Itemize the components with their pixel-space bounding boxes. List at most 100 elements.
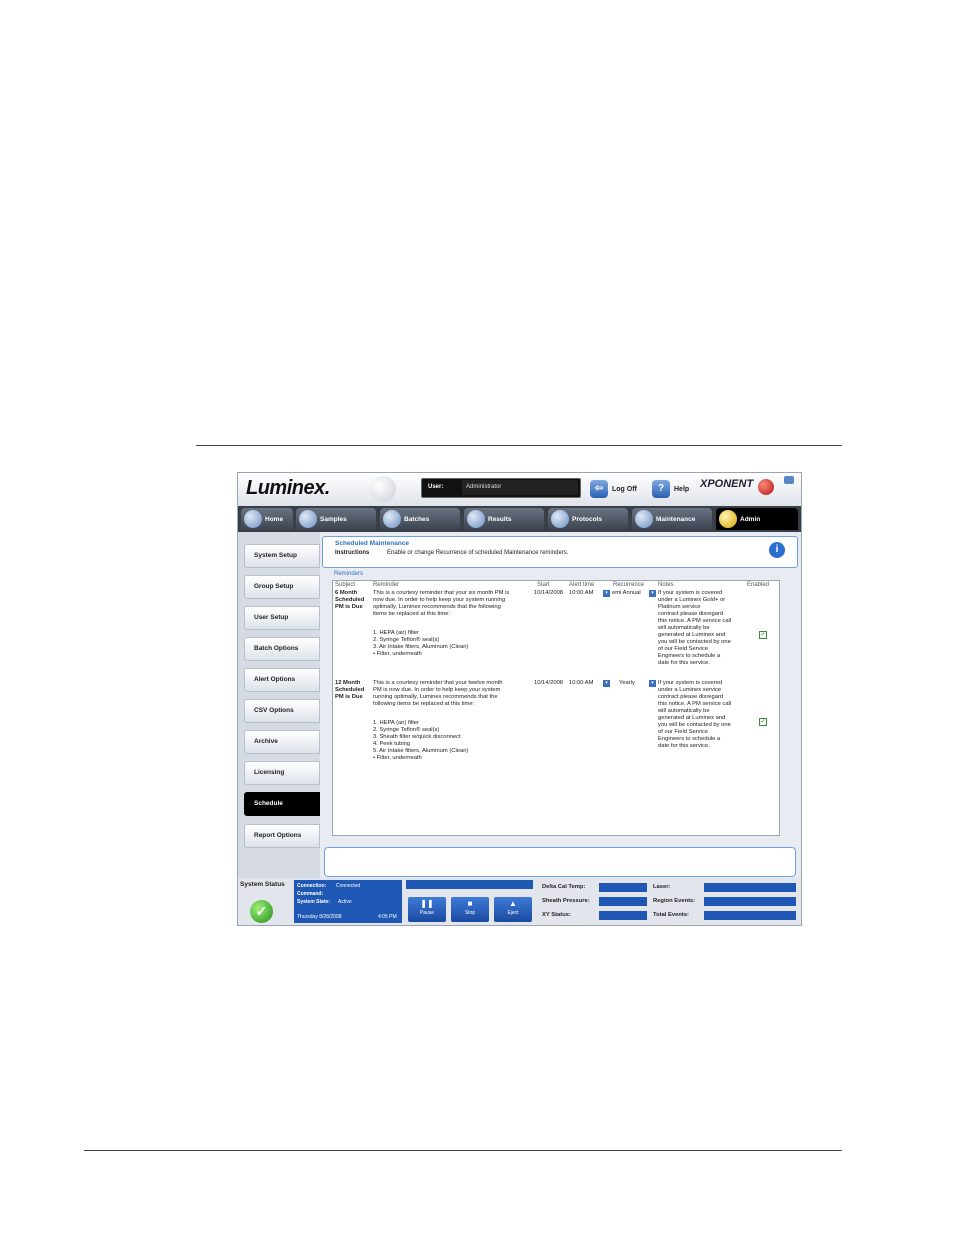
tab-results[interactable]: Results [464,508,544,530]
sidebar-item-archive[interactable]: Archive [244,730,320,754]
row2-reminder-line: This is a courtesy reminder that your tw… [373,680,503,686]
sidebar-item-group-setup[interactable]: Group Setup [244,575,320,599]
region-events-value [704,897,796,906]
tab-samples[interactable]: Samples [296,508,376,530]
row1-notes-line: under a Luminex Gold+ or [658,597,726,603]
row2-reminder-line: 4. Peek tubing [373,741,411,747]
sidebar-item-report-options[interactable]: Report Options [244,824,320,848]
row2-start[interactable]: 10/14/2008 [534,680,563,687]
row1-recurrence-dropdown-icon[interactable]: ▾ [649,590,656,597]
page-title: Scheduled Maintenance [335,540,410,547]
row1-subject: 6 Month Scheduled PM is Due [335,590,373,611]
row2-notes-line: If your system is covered [658,680,723,686]
total-events-label: Total Events: [653,912,689,918]
col-reminder: Reminder [373,582,400,588]
help-label: Help [674,485,690,493]
row2-notes-line: will automatically be [658,708,710,714]
tab-admin[interactable]: Admin [716,508,798,530]
eject-button[interactable]: ▲ Eject [494,897,532,922]
row1-start[interactable]: 10/14/2008 [534,590,563,597]
row1-notes-line: Platinum service [658,604,701,610]
sidebar-item-user-setup[interactable]: User Setup [244,606,320,630]
eject-icon: ▲ [509,899,517,908]
row1-reminder-line: items be replaced at this time: [373,611,451,617]
row1-enabled-checkbox[interactable]: ✓ [759,631,767,639]
col-recurrence: Recurrence [613,582,645,588]
sidebar-item-licensing[interactable]: Licensing [244,761,320,785]
row2-enabled-checkbox[interactable]: ✓ [759,718,767,726]
row1-reminder-spacer [373,618,535,630]
status-time: 4:05 PM [378,914,397,920]
row1-subject-line: Scheduled [335,597,365,603]
status-bar: System Status ✓ Connection: Connected Co… [238,878,801,925]
pause-button[interactable]: ❚❚ Pause [408,897,446,922]
reminders-table: Subject Reminder Start Alert time Recurr… [332,580,780,836]
progress-bar [406,880,533,889]
details-box [324,847,796,877]
pause-icon: ❚❚ [420,899,434,908]
row1-alert-dropdown-icon[interactable]: ▾ [603,590,610,597]
tab-home[interactable]: Home [241,508,293,530]
row1-reminder-line: • Filter, underneath [373,651,422,657]
sidebar-item-alert-options[interactable]: Alert Options [244,668,320,692]
xy-status-label: XY Status: [542,912,571,918]
row2-subject-line: PM is Due [335,694,363,700]
minimize-button[interactable] [784,476,794,484]
row2-reminder-line: 3. Sheath filter w/quick disconnect [373,734,461,740]
user-box: User: Administrator [421,478,581,498]
sidebar-item-csv-options[interactable]: CSV Options [244,699,320,723]
maintenance-icon [635,510,653,528]
protocols-icon [551,510,569,528]
row2-notes-line: under a Luminex service [658,687,722,693]
tab-samples-label: Samples [320,515,347,523]
stop-button[interactable]: ■ Stop [451,897,489,922]
row2-reminder: This is a courtesy reminder that your tw… [373,680,535,762]
sidebar-item-batch-options[interactable]: Batch Options [244,637,320,661]
reminders-label: Reminders [334,571,364,577]
info-icon[interactable]: i [769,542,785,558]
col-enabled: Enabled [747,582,770,588]
system-status-label: System Status [240,881,285,888]
row2-reminder-line: following items be replaced at this time… [373,701,475,707]
region-events-label: Region Events: [653,898,696,904]
laser-value [704,883,796,892]
tab-protocols[interactable]: Protocols [548,508,628,530]
samples-icon [299,510,317,528]
help-button[interactable]: ? Help [652,479,689,499]
row1-notes-line: will automatically be [658,625,710,631]
tab-protocols-label: Protocols [572,515,602,523]
panel-header: Scheduled Maintenance Instructions Enabl… [322,536,798,568]
row2-recurrence[interactable]: Yearly [619,680,635,687]
row2-alert-dropdown-icon[interactable]: ▾ [603,680,610,687]
xponent-brand: XPONENT [700,478,754,490]
instructions-label: Instructions [335,550,370,556]
logoff-button[interactable]: ⇦ Log Off [590,479,637,499]
row2-notes-line: date for this service. [658,743,710,749]
sidebar-item-system-setup[interactable]: System Setup [244,544,320,568]
tab-maintenance[interactable]: Maintenance [632,508,712,530]
row1-reminder-line: optimally, Luminex recommends that the f… [373,604,501,610]
row2-reminder-line: • Filter, underneath [373,755,422,761]
row2-recurrence-dropdown-icon[interactable]: ▾ [649,680,656,687]
connection-label: Connection: [297,883,327,889]
page-rule-top [196,445,842,446]
instructions-text: Enable or change Recurrence of scheduled… [387,550,569,556]
col-subject: Subject [335,582,356,588]
row1-reminder-line: 2. Syringe Teflon® seal(s) [373,637,440,643]
row1-recurrence[interactable]: emi Annual [612,590,641,597]
tab-home-label: Home [265,515,284,523]
page-rule-bottom [84,1150,842,1151]
row2-notes: If your system is covered under a Lumine… [658,680,746,750]
tab-batches[interactable]: Batches [380,508,460,530]
tab-maintenance-label: Maintenance [656,515,696,523]
row1-notes-line: you will be contacted by one [658,639,731,645]
row1-alert-time[interactable]: 10:00 AM [569,590,594,597]
admin-icon [719,510,737,528]
row1-reminder: This is a courtesy reminder that your si… [373,590,535,658]
row2-alert-time[interactable]: 10:00 AM [569,680,594,687]
results-icon [467,510,485,528]
row1-subject-line: 6 Month [335,590,358,596]
col-notes: Notes [658,582,674,588]
luminex-logo: Luminex. [246,477,330,499]
sidebar-item-schedule[interactable]: Schedule [244,792,320,816]
